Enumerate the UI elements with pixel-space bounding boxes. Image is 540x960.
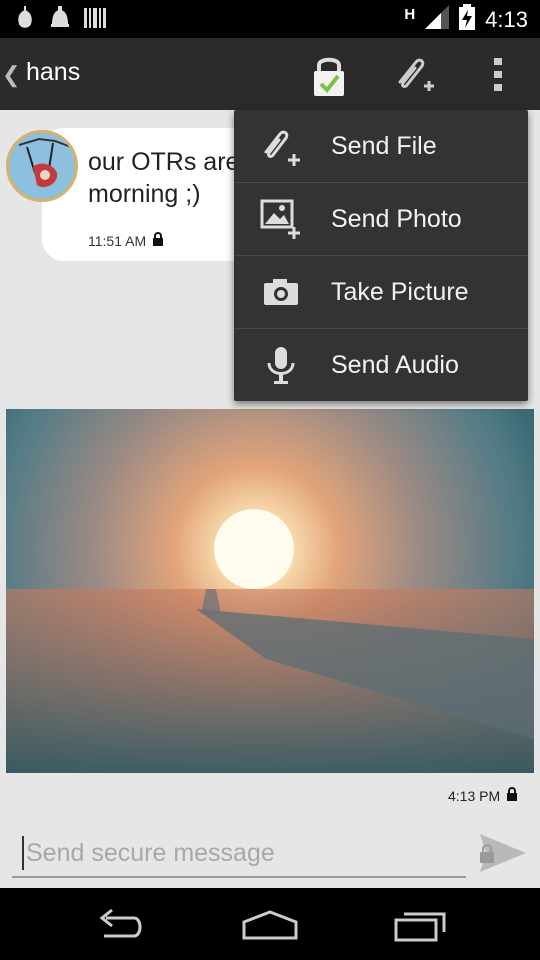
send-button[interactable] <box>474 828 530 878</box>
image-add-icon <box>258 197 304 243</box>
home-icon <box>240 910 300 950</box>
menu-item-send-file[interactable]: Send File <box>234 110 528 182</box>
menu-item-send-photo[interactable]: Send Photo <box>234 183 528 255</box>
overflow-menu-button[interactable] <box>484 54 512 96</box>
lock-icon <box>152 232 164 249</box>
menu-item-label: Send Audio <box>331 351 459 379</box>
menu-item-take-picture[interactable]: Take Picture <box>234 256 528 328</box>
otr-lock-button[interactable] <box>306 52 352 98</box>
camera-icon <box>258 270 304 316</box>
action-bar: ❮ hans <box>0 38 540 110</box>
photo-time: 4:13 PM <box>448 787 501 804</box>
nav-recent-apps-button[interactable] <box>392 906 452 946</box>
network-type-label: H <box>404 6 416 23</box>
menu-item-label: Take Picture <box>331 278 469 306</box>
back-icon <box>90 908 150 950</box>
back-chevron-icon[interactable]: ❮ <box>2 62 20 88</box>
photo-timestamp: 4:13 PM <box>448 787 518 804</box>
menu-item-send-audio[interactable]: Send Audio <box>234 329 528 401</box>
android-icon <box>14 6 36 30</box>
status-bar: H 4:13 <box>0 0 540 38</box>
overflow-menu-icon <box>484 58 512 100</box>
message-time: 11:51 AM <box>88 232 147 249</box>
battery-charging-icon <box>459 4 476 35</box>
attach-popup-menu: Send File Send Photo Take Picture Send A… <box>234 110 528 401</box>
signal-icon <box>425 5 450 34</box>
message-composer <box>12 828 466 878</box>
recent-apps-icon <box>392 912 452 950</box>
avatar[interactable] <box>6 130 78 202</box>
attach-file-icon <box>258 124 304 170</box>
bug-icon <box>48 6 72 30</box>
status-clock: 4:13 <box>485 6 528 32</box>
nav-home-button[interactable] <box>240 906 300 946</box>
conversation-title[interactable]: hans <box>26 58 80 87</box>
attach-icon <box>388 58 438 102</box>
photo-message[interactable] <box>6 409 534 773</box>
menu-item-label: Send Photo <box>331 205 462 233</box>
menu-item-label: Send File <box>331 132 437 160</box>
nav-back-button[interactable] <box>90 906 150 946</box>
attach-button[interactable] <box>388 52 438 98</box>
message-timestamp: 11:51 AM <box>88 232 164 249</box>
send-secure-icon <box>474 834 530 882</box>
barcode-icon <box>84 6 106 30</box>
otr-lock-verified-icon <box>306 57 352 102</box>
navigation-bar <box>0 888 540 960</box>
lock-icon <box>506 787 518 804</box>
message-input[interactable] <box>22 836 462 870</box>
microphone-icon <box>258 343 304 389</box>
